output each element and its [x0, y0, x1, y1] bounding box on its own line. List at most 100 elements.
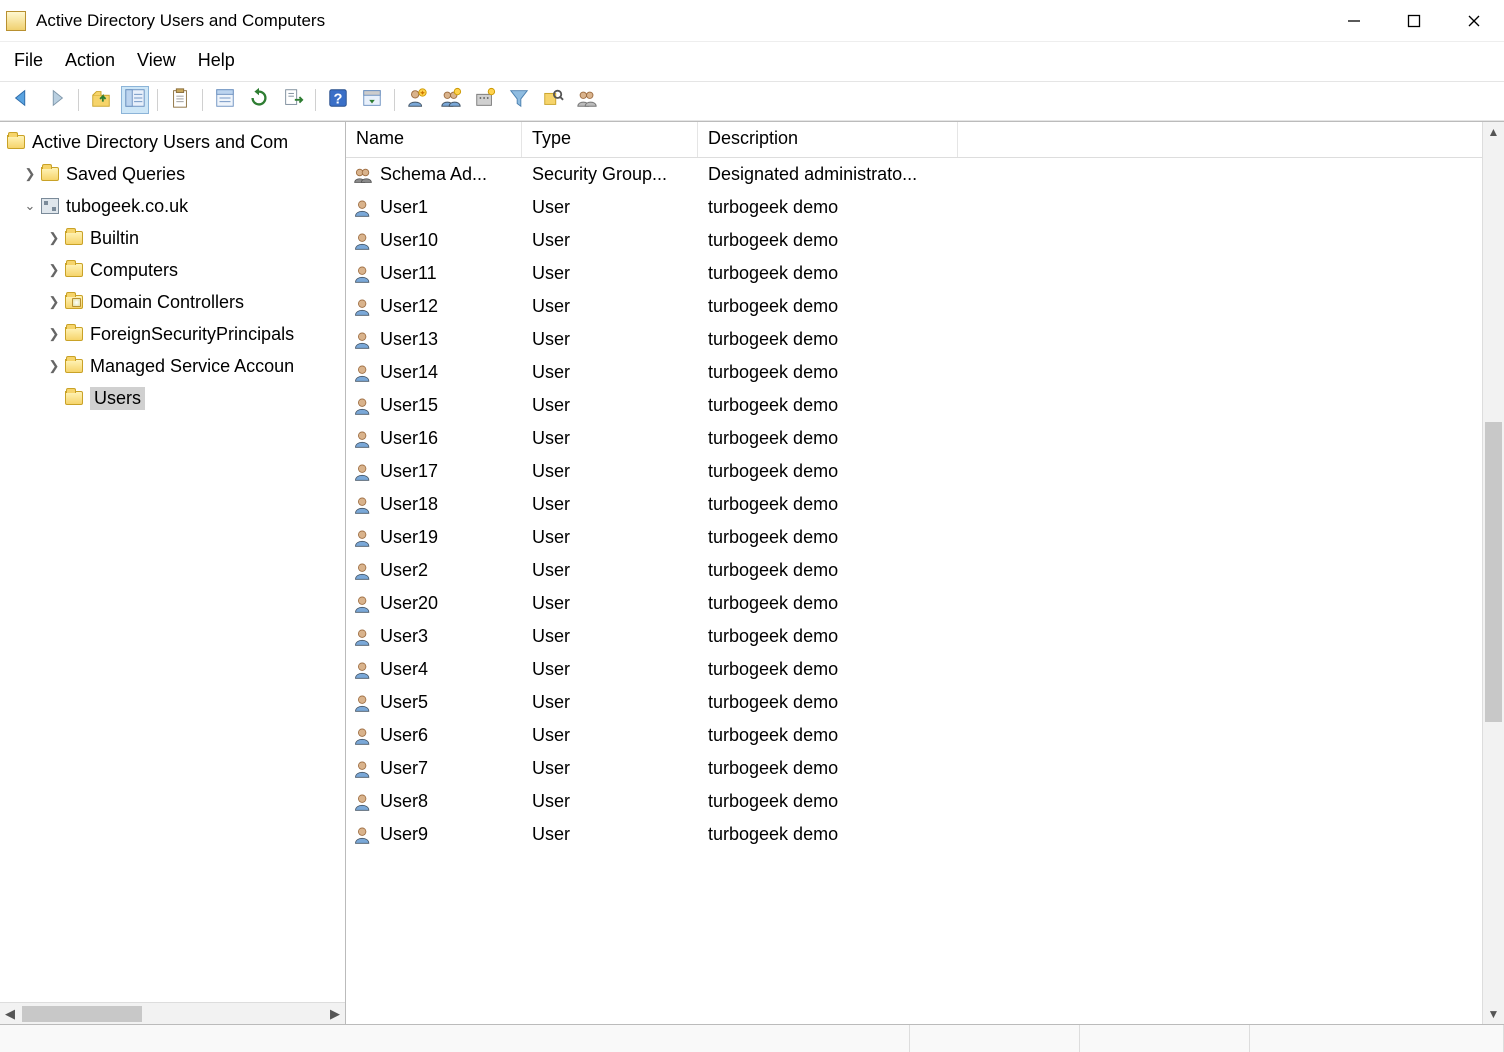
list-cell-type: User: [522, 659, 698, 680]
ou-folder-icon: [65, 295, 83, 309]
list-row[interactable]: User8 User turbogeek demo: [346, 785, 1482, 818]
show-hide-tree-button[interactable]: [121, 86, 149, 114]
tree-item[interactable]: Users: [0, 382, 345, 414]
find-button[interactable]: [539, 86, 567, 114]
list-row[interactable]: User16 User turbogeek demo: [346, 422, 1482, 455]
user-icon: [352, 825, 374, 845]
find-icon: [542, 87, 564, 113]
tree-item[interactable]: ❯ ForeignSecurityPrincipals: [0, 318, 345, 350]
action-pane-button[interactable]: [358, 86, 386, 114]
list-row[interactable]: User5 User turbogeek demo: [346, 686, 1482, 719]
list-row[interactable]: User12 User turbogeek demo: [346, 290, 1482, 323]
list-cell-name: User8: [380, 791, 428, 812]
list-cell-description: turbogeek demo: [698, 593, 1482, 614]
expand-caret-icon[interactable]: ❯: [46, 326, 62, 342]
list-cell-type: User: [522, 329, 698, 350]
new-group-button[interactable]: [437, 86, 465, 114]
maximize-button[interactable]: [1384, 1, 1444, 41]
list-row[interactable]: User11 User turbogeek demo: [346, 257, 1482, 290]
list-row[interactable]: User7 User turbogeek demo: [346, 752, 1482, 785]
scroll-thumb[interactable]: [1485, 422, 1502, 722]
back-button[interactable]: [8, 86, 36, 114]
domain-icon: [41, 198, 59, 214]
tree-item[interactable]: ❯ Saved Queries: [0, 158, 345, 190]
list-cell-name: Schema Ad...: [380, 164, 487, 185]
main-area: Active Directory Users and Com ❯ Saved Qu…: [0, 121, 1504, 1024]
list-row[interactable]: User17 User turbogeek demo: [346, 455, 1482, 488]
minimize-button[interactable]: [1324, 1, 1384, 41]
tree-item[interactable]: ❯ Builtin: [0, 222, 345, 254]
tree-item[interactable]: ❯ Managed Service Accoun: [0, 350, 345, 382]
tree-item[interactable]: ⌄ tubogeek.co.uk: [0, 190, 345, 222]
status-segment: [1080, 1025, 1250, 1052]
list-cell-type: User: [522, 197, 698, 218]
tree-item[interactable]: ❯ Computers: [0, 254, 345, 286]
list-row[interactable]: User9 User turbogeek demo: [346, 818, 1482, 851]
column-description[interactable]: Description: [698, 122, 958, 157]
clipboard-icon: [169, 87, 191, 113]
expand-caret-icon[interactable]: ❯: [46, 262, 62, 278]
tree-view[interactable]: Active Directory Users and Com ❯ Saved Qu…: [0, 122, 345, 1002]
list-row[interactable]: User3 User turbogeek demo: [346, 620, 1482, 653]
list-row[interactable]: User15 User turbogeek demo: [346, 389, 1482, 422]
new-user-button[interactable]: ✦: [403, 86, 431, 114]
expand-caret-icon[interactable]: ❯: [46, 358, 62, 374]
list-row[interactable]: User19 User turbogeek demo: [346, 521, 1482, 554]
list-row[interactable]: User4 User turbogeek demo: [346, 653, 1482, 686]
scroll-track[interactable]: [1483, 142, 1504, 1004]
menu-action[interactable]: Action: [65, 50, 115, 71]
filter-button[interactable]: [505, 86, 533, 114]
forward-button[interactable]: [42, 86, 70, 114]
tree-horizontal-scrollbar[interactable]: ◀ ▶: [0, 1002, 345, 1024]
forward-icon: [45, 87, 67, 113]
add-to-group-button[interactable]: [573, 86, 601, 114]
export-list-icon: [282, 87, 304, 113]
close-button[interactable]: [1444, 1, 1504, 41]
list-row[interactable]: User1 User turbogeek demo: [346, 191, 1482, 224]
scroll-right-icon[interactable]: ▶: [325, 1006, 345, 1022]
tree-root[interactable]: Active Directory Users and Com: [0, 126, 345, 158]
export-list-button[interactable]: [279, 86, 307, 114]
menu-file[interactable]: File: [14, 50, 43, 71]
list-row[interactable]: User14 User turbogeek demo: [346, 356, 1482, 389]
column-type[interactable]: Type: [522, 122, 698, 157]
column-name[interactable]: Name: [346, 122, 522, 157]
list-cell-description: turbogeek demo: [698, 230, 1482, 251]
back-icon: [11, 87, 33, 113]
status-segment: [1250, 1025, 1504, 1052]
list-row[interactable]: User10 User turbogeek demo: [346, 224, 1482, 257]
folder-icon: [65, 327, 83, 341]
list-row[interactable]: User2 User turbogeek demo: [346, 554, 1482, 587]
properties-button[interactable]: [211, 86, 239, 114]
title-bar: Active Directory Users and Computers: [0, 0, 1504, 42]
up-one-level-button[interactable]: [87, 86, 115, 114]
menu-view[interactable]: View: [137, 50, 176, 71]
list-vertical-scrollbar[interactable]: ▲ ▼: [1482, 122, 1504, 1024]
list-cell-type: User: [522, 461, 698, 482]
list-row[interactable]: User13 User turbogeek demo: [346, 323, 1482, 356]
list-header[interactable]: Name Type Description: [346, 122, 1482, 158]
toolbar: ?✦: [0, 81, 1504, 121]
refresh-button[interactable]: [245, 86, 273, 114]
expand-caret-icon[interactable]: ❯: [46, 294, 62, 310]
list-cell-description: turbogeek demo: [698, 362, 1482, 383]
list-row[interactable]: User6 User turbogeek demo: [346, 719, 1482, 752]
list-row[interactable]: Schema Ad... Security Group... Designate…: [346, 158, 1482, 191]
scroll-thumb[interactable]: [22, 1006, 142, 1022]
expand-caret-icon[interactable]: ❯: [22, 166, 38, 182]
scroll-down-icon[interactable]: ▼: [1483, 1004, 1504, 1024]
scroll-up-icon[interactable]: ▲: [1483, 122, 1504, 142]
list-cell-description: turbogeek demo: [698, 725, 1482, 746]
list-cell-name: User16: [380, 428, 438, 449]
tree-label: Active Directory Users and Com: [32, 132, 288, 153]
menu-help[interactable]: Help: [198, 50, 235, 71]
list-row[interactable]: User18 User turbogeek demo: [346, 488, 1482, 521]
help-button[interactable]: ?: [324, 86, 352, 114]
expand-caret-icon[interactable]: ⌄: [22, 198, 38, 214]
scroll-left-icon[interactable]: ◀: [0, 1006, 20, 1022]
clipboard-button[interactable]: [166, 86, 194, 114]
tree-item[interactable]: ❯ Domain Controllers: [0, 286, 345, 318]
expand-caret-icon[interactable]: ❯: [46, 230, 62, 246]
list-row[interactable]: User20 User turbogeek demo: [346, 587, 1482, 620]
new-ou-button[interactable]: [471, 86, 499, 114]
